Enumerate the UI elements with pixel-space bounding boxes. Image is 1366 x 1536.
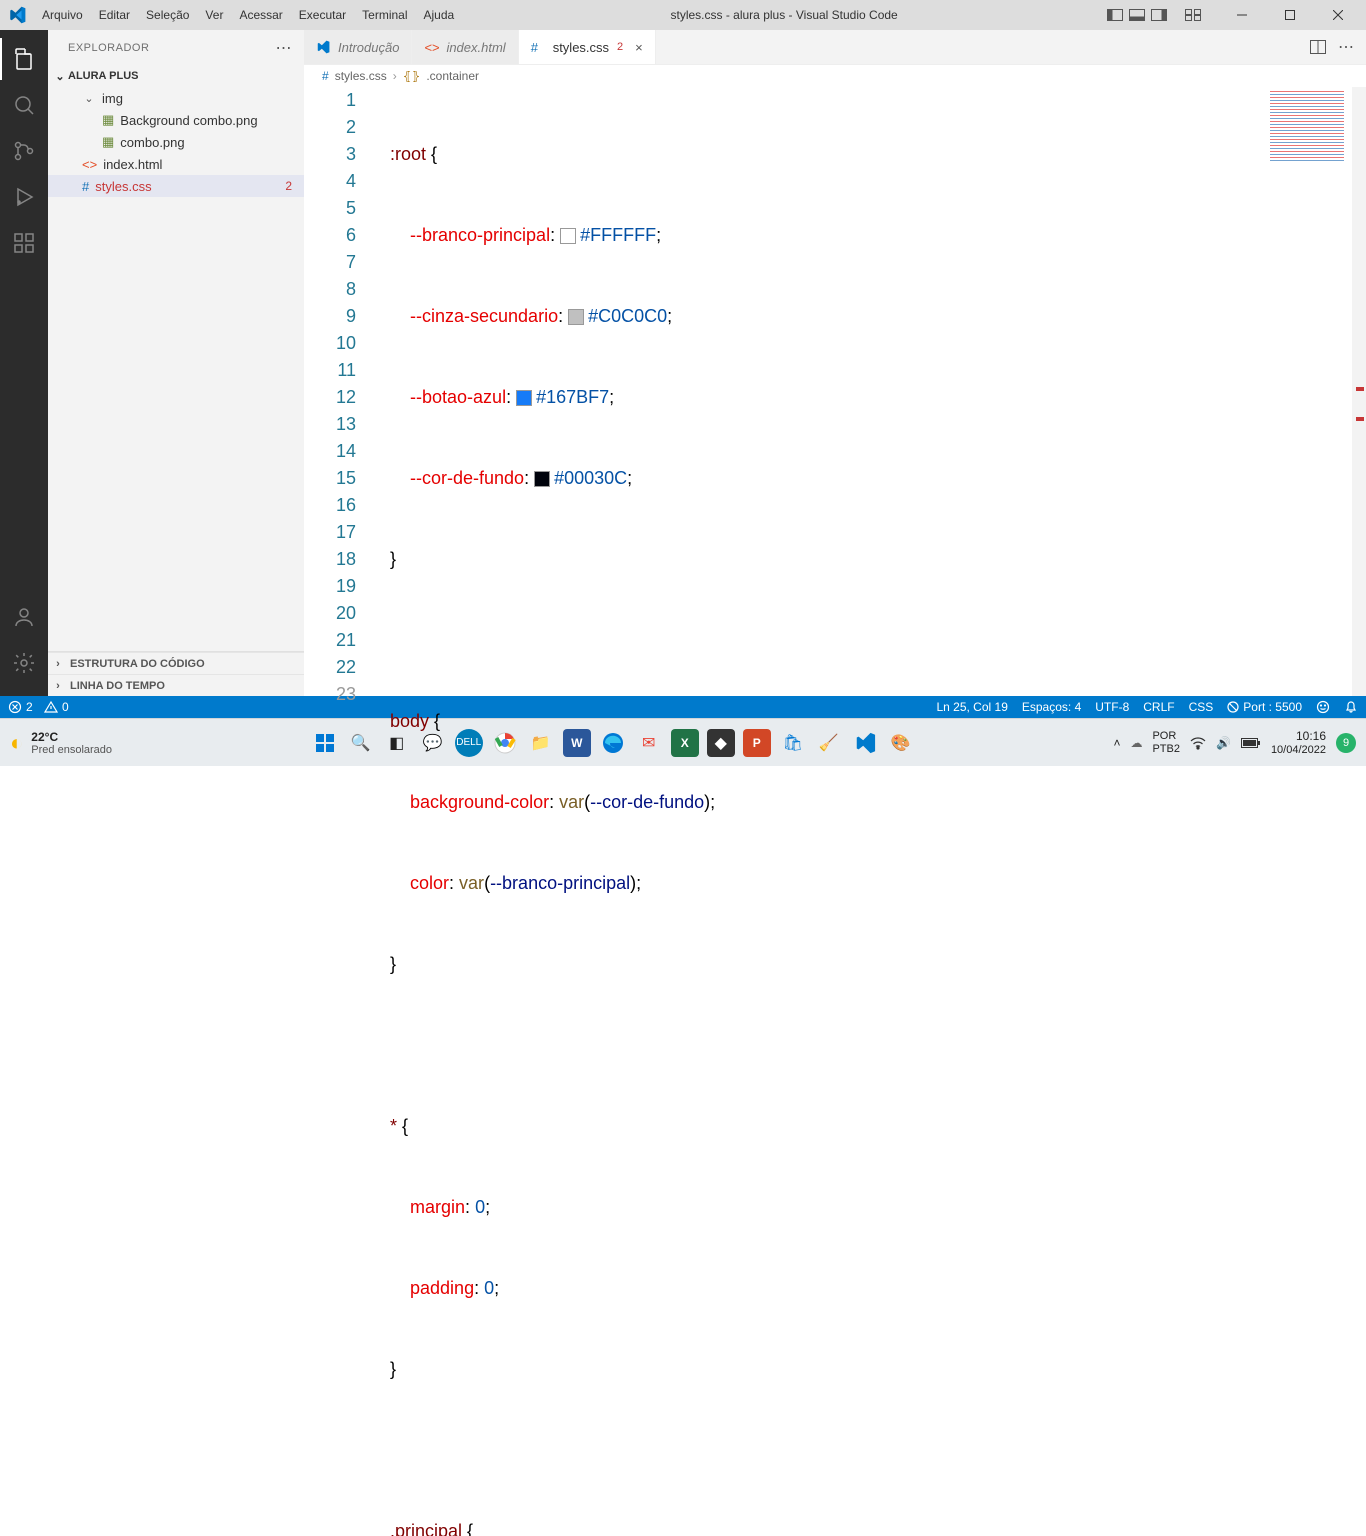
symbol-icon: ⦃⦄: [403, 69, 421, 83]
section-label: LINHA DO TEMPO: [70, 680, 165, 692]
search-icon[interactable]: [0, 84, 48, 126]
window-title: styles.css - alura plus - Visual Studio …: [462, 8, 1106, 22]
menu-executar[interactable]: Executar: [291, 8, 354, 22]
html-file-icon: <>: [424, 40, 440, 55]
menu-terminal[interactable]: Terminal: [354, 8, 415, 22]
css-file-icon: #: [531, 40, 547, 55]
weather-widget[interactable]: ◐ 22°C Pred ensolarado: [10, 730, 112, 756]
menu-ajuda[interactable]: Ajuda: [416, 8, 463, 22]
explorer-icon[interactable]: [0, 38, 48, 80]
tab-label: styles.css: [553, 40, 609, 55]
main-area: EXPLORADOR ⋯ ⌄ ALURA PLUS ⌄ img ▦ Backgr…: [0, 30, 1366, 696]
minimize-button[interactable]: [1220, 0, 1264, 30]
editor-tabs: Introdução <> index.html # styles.css 2 …: [304, 30, 1366, 65]
code-content: :root { --branco-principal: #FFFFFF; --c…: [390, 87, 1366, 1536]
account-icon[interactable]: [0, 596, 48, 638]
color-swatch-icon[interactable]: [568, 309, 584, 325]
customize-layout-icon[interactable]: [1184, 8, 1202, 22]
title-bar: Arquivo Editar Seleção Ver Acessar Execu…: [0, 0, 1366, 30]
menu-selecao[interactable]: Seleção: [138, 8, 197, 22]
file-label: index.html: [103, 157, 162, 172]
tab-styles-css[interactable]: # styles.css 2 ×: [519, 30, 656, 64]
css-file-icon: #: [322, 69, 329, 83]
menu-acessar[interactable]: Acessar: [231, 8, 290, 22]
editor-group: Introdução <> index.html # styles.css 2 …: [304, 30, 1366, 696]
project-name: ALURA PLUS: [68, 70, 138, 82]
toggle-panel-right-icon[interactable]: [1150, 8, 1168, 22]
vscode-logo-icon: [316, 40, 332, 54]
more-icon[interactable]: ⋯: [276, 38, 293, 58]
menu-ver[interactable]: Ver: [197, 8, 231, 22]
html-file-icon: <>: [82, 157, 97, 172]
close-tab-icon[interactable]: ×: [635, 40, 643, 55]
chevron-right-icon: ›: [393, 69, 397, 83]
tab-index-html[interactable]: <> index.html: [412, 30, 518, 64]
status-errors[interactable]: 2 0: [8, 700, 69, 714]
chevron-down-icon: ⌄: [82, 92, 96, 105]
extensions-icon[interactable]: [0, 222, 48, 264]
chevron-right-icon: ›: [50, 658, 66, 670]
split-editor-icon[interactable]: [1310, 40, 1326, 54]
window-controls: [1220, 0, 1366, 30]
tab-label: Introdução: [338, 40, 399, 55]
explorer-sidebar: EXPLORADOR ⋯ ⌄ ALURA PLUS ⌄ img ▦ Backgr…: [48, 30, 304, 696]
color-swatch-icon[interactable]: [560, 228, 576, 244]
breadcrumb-file: styles.css: [335, 69, 387, 83]
start-icon[interactable]: [311, 729, 339, 757]
source-control-icon[interactable]: [0, 130, 48, 172]
file-background-combo[interactable]: ▦ Background combo.png: [48, 109, 304, 131]
toggle-panel-left-icon[interactable]: [1106, 8, 1124, 22]
settings-gear-icon[interactable]: [0, 642, 48, 684]
toggle-panel-bottom-icon[interactable]: [1128, 8, 1146, 22]
sidebar-title: EXPLORADOR: [68, 42, 149, 54]
maximize-button[interactable]: [1268, 0, 1312, 30]
breadcrumb[interactable]: # styles.css › ⦃⦄ .container: [304, 65, 1366, 87]
chevron-right-icon: ›: [50, 680, 66, 692]
file-combo[interactable]: ▦ combo.png: [48, 131, 304, 153]
vscode-logo-icon: [0, 6, 34, 24]
image-file-icon: ▦: [102, 134, 114, 150]
tab-introducao[interactable]: Introdução: [304, 30, 412, 64]
tab-error-badge: 2: [617, 41, 623, 53]
outline-section[interactable]: › ESTRUTURA DO CÓDIGO: [48, 652, 304, 674]
sidebar-header: EXPLORADOR ⋯: [48, 30, 304, 65]
minimap[interactable]: [1260, 87, 1352, 696]
breadcrumb-symbol: .container: [426, 69, 479, 83]
image-file-icon: ▦: [102, 112, 114, 128]
more-actions-icon[interactable]: ⋯: [1338, 37, 1354, 57]
file-index-html[interactable]: <> index.html: [48, 153, 304, 175]
layout-controls: [1106, 8, 1202, 22]
file-label: styles.css: [95, 179, 151, 194]
run-debug-icon[interactable]: [0, 176, 48, 218]
file-label: Background combo.png: [120, 113, 257, 128]
file-label: combo.png: [120, 135, 184, 150]
tab-label: index.html: [446, 40, 505, 55]
code-editor[interactable]: 1234567891011121314151617181920212223 :r…: [304, 87, 1366, 696]
css-file-icon: #: [82, 179, 89, 194]
color-swatch-icon[interactable]: [516, 390, 532, 406]
section-label: ESTRUTURA DO CÓDIGO: [70, 658, 205, 670]
chevron-down-icon: ⌄: [52, 70, 68, 83]
search-taskbar-icon[interactable]: 🔍: [347, 729, 375, 757]
menu-bar: Arquivo Editar Seleção Ver Acessar Execu…: [34, 8, 462, 22]
folder-img[interactable]: ⌄ img: [48, 87, 304, 109]
color-swatch-icon[interactable]: [534, 471, 550, 487]
menu-editar[interactable]: Editar: [91, 8, 138, 22]
activity-bar: [0, 30, 48, 696]
close-button[interactable]: [1316, 0, 1360, 30]
line-number-gutter: 1234567891011121314151617181920212223: [304, 87, 376, 708]
menu-arquivo[interactable]: Arquivo: [34, 8, 91, 22]
weather-icon: ◐: [10, 730, 23, 756]
project-section[interactable]: ⌄ ALURA PLUS: [48, 65, 304, 87]
file-styles-css[interactable]: # styles.css 2: [48, 175, 304, 197]
weather-desc: Pred ensolarado: [31, 744, 112, 756]
scrollbar[interactable]: [1352, 87, 1366, 696]
temperature: 22°C: [31, 730, 112, 744]
error-count-badge: 2: [285, 179, 292, 193]
timeline-section[interactable]: › LINHA DO TEMPO: [48, 674, 304, 696]
folder-label: img: [102, 91, 123, 106]
